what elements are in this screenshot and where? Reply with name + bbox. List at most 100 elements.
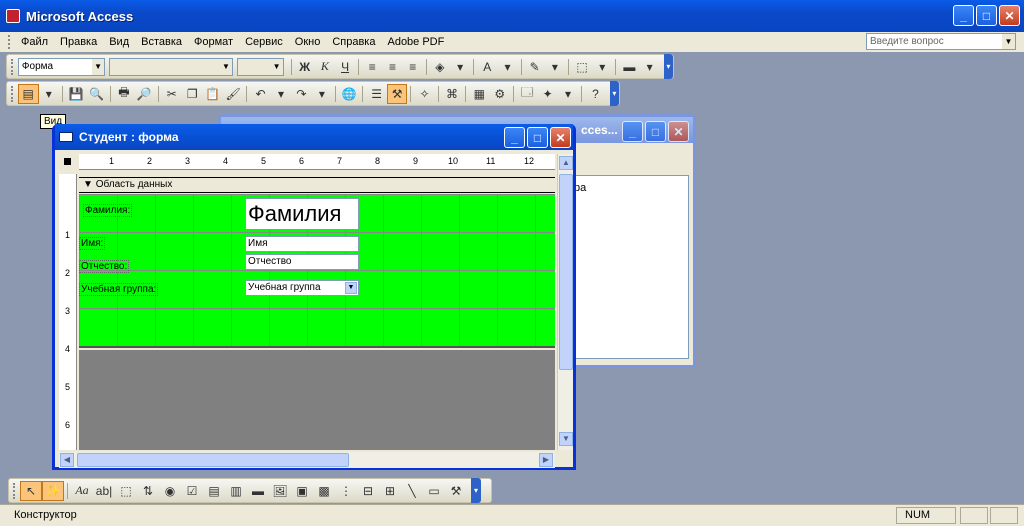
toggle-button-icon[interactable]: ⇅ <box>137 481 159 501</box>
help-icon[interactable]: ? <box>585 84 605 104</box>
align-right-icon[interactable]: ≡ <box>403 57 423 77</box>
line-color-dropdown-icon[interactable]: ▾ <box>545 57 565 77</box>
list-box-icon[interactable]: ▥ <box>225 481 247 501</box>
cut-icon[interactable]: ✂ <box>162 84 182 104</box>
surname-field[interactable]: Фамилия <box>245 198 359 230</box>
hyperlink-icon[interactable]: 🌐 <box>339 84 359 104</box>
builder-icon[interactable]: ⚙ <box>490 84 510 104</box>
toolbar-grip[interactable] <box>11 85 14 102</box>
group-combobox[interactable]: Учебная группа ▼ <box>245 280 359 296</box>
line-color-icon[interactable]: ✎ <box>525 57 545 77</box>
option-group-icon[interactable]: ⬚ <box>115 481 137 501</box>
print-icon[interactable]: 🖶 <box>114 84 134 104</box>
database-window-icon[interactable]: 🗔 <box>517 84 537 104</box>
line-tool-icon[interactable]: ╲ <box>401 481 423 501</box>
autoformat-icon[interactable]: ✧ <box>414 84 434 104</box>
group-dropdown-icon[interactable]: ▼ <box>345 282 357 294</box>
toolbar-options-icon[interactable]: ▾ <box>663 54 673 79</box>
form-maximize-button[interactable]: □ <box>527 127 548 148</box>
scroll-down-icon[interactable]: ▼ <box>559 432 573 446</box>
redo-icon[interactable]: ↷ <box>291 84 311 104</box>
object-combo-arrow[interactable]: ▼ <box>92 58 105 75</box>
font-size-combo[interactable]: ▼ <box>236 57 284 76</box>
name-label[interactable]: Имя: <box>79 237 106 250</box>
format-painter-icon[interactable]: 🖌 <box>223 84 243 104</box>
horizontal-scroll-thumb[interactable] <box>77 453 349 467</box>
toolbar-grip[interactable] <box>11 58 14 75</box>
subform-icon[interactable]: ⊞ <box>379 481 401 501</box>
save-icon[interactable]: 💾 <box>66 84 86 104</box>
form-selector[interactable] <box>59 154 77 170</box>
tab-control-icon[interactable]: ⊟ <box>357 481 379 501</box>
scroll-right-icon[interactable]: ▶ <box>539 453 553 467</box>
control-wizards-icon[interactable]: ✨ <box>42 480 64 501</box>
page-break-icon[interactable]: ⋮ <box>335 481 357 501</box>
image-icon[interactable]: 🖼 <box>269 481 291 501</box>
toolbox-options-icon[interactable]: ▾ <box>471 478 481 503</box>
align-left-icon[interactable]: ≡ <box>362 57 382 77</box>
menu-format[interactable]: Формат <box>188 36 239 48</box>
copy-icon[interactable]: ❐ <box>182 84 202 104</box>
menu-window[interactable]: Окно <box>289 36 327 48</box>
detail-section[interactable]: Фамилия: Фамилия Имя: Имя Отчество: Отче… <box>79 194 555 348</box>
toolbox-grip[interactable] <box>13 482 16 499</box>
field-list-icon[interactable]: ☰ <box>366 84 386 104</box>
fill-color-icon[interactable]: ◈ <box>430 57 450 77</box>
combo-box-icon[interactable]: ▤ <box>203 481 225 501</box>
undo-dropdown-icon[interactable]: ▾ <box>271 84 291 104</box>
line-width-icon[interactable]: ▬ <box>619 57 639 77</box>
close-button[interactable]: ✕ <box>999 5 1020 26</box>
horizontal-scrollbar[interactable]: ◀ ▶ <box>59 452 555 468</box>
detail-section-header[interactable]: ▼ Область данных <box>79 177 555 193</box>
minimize-button[interactable]: _ <box>953 5 974 26</box>
line-width-dropdown-icon[interactable]: ▾ <box>640 57 660 77</box>
view-dropdown-icon[interactable]: ▾ <box>39 84 59 104</box>
form-minimize-button[interactable]: _ <box>504 127 525 148</box>
textbox-tool-icon[interactable]: ab| <box>93 481 115 501</box>
command-button-icon[interactable]: ▬ <box>247 481 269 501</box>
new-object-icon[interactable]: ✦ <box>537 84 557 104</box>
menu-tools[interactable]: Сервис <box>239 36 289 48</box>
unbound-object-frame-icon[interactable]: ▣ <box>291 481 313 501</box>
search-icon[interactable]: 🔍 <box>86 84 106 104</box>
patronymic-label[interactable]: Отчество: <box>79 260 130 273</box>
border-style-dropdown-icon[interactable]: ▾ <box>592 57 612 77</box>
vertical-scrollbar[interactable]: ▲ ▼ <box>557 154 573 450</box>
font-combo-arrow[interactable]: ▼ <box>219 58 232 75</box>
redo-dropdown-icon[interactable]: ▾ <box>312 84 332 104</box>
properties-icon[interactable]: ▦ <box>469 84 489 104</box>
more-controls-icon[interactable]: ⚒ <box>445 481 467 501</box>
fill-color-dropdown-icon[interactable]: ▾ <box>450 57 470 77</box>
new-object-dropdown-icon[interactable]: ▾ <box>558 84 578 104</box>
name-field[interactable]: Имя <box>245 236 359 252</box>
surname-label[interactable]: Фамилия: <box>83 204 133 217</box>
menu-file[interactable]: Файл <box>15 36 54 48</box>
align-center-icon[interactable]: ≡ <box>382 57 402 77</box>
undo-icon[interactable]: ↶ <box>250 84 270 104</box>
menu-edit[interactable]: Правка <box>54 36 103 48</box>
check-box-icon[interactable]: ☑ <box>181 481 203 501</box>
font-color-icon[interactable]: A <box>477 57 497 77</box>
ask-dropdown-arrow[interactable]: ▼ <box>1002 34 1015 49</box>
access-app-icon[interactable] <box>6 9 20 23</box>
form-icon[interactable] <box>59 132 73 142</box>
patronymic-field[interactable]: Отчество <box>245 254 359 270</box>
paste-icon[interactable]: 📋 <box>202 84 222 104</box>
db-minimize-button[interactable]: _ <box>622 121 643 142</box>
db-maximize-button[interactable]: □ <box>645 121 666 142</box>
border-style-icon[interactable]: ⬚ <box>572 57 592 77</box>
maximize-button[interactable]: □ <box>976 5 997 26</box>
horizontal-ruler[interactable]: 1 2 3 4 5 6 7 8 9 10 11 12 <box>79 154 555 170</box>
vertical-ruler[interactable]: 1 2 3 4 5 6 <box>59 174 77 450</box>
scroll-up-icon[interactable]: ▲ <box>559 156 573 170</box>
italic-button[interactable]: К <box>315 57 335 77</box>
print-preview-icon[interactable]: 🔎 <box>134 84 154 104</box>
db-close-button[interactable]: ✕ <box>668 121 689 142</box>
code-icon[interactable]: ⌘ <box>442 84 462 104</box>
scroll-left-icon[interactable]: ◀ <box>60 453 74 467</box>
bound-object-frame-icon[interactable]: ▩ <box>313 481 335 501</box>
vertical-scroll-thumb[interactable] <box>559 174 573 370</box>
bold-button[interactable]: Ж <box>295 57 315 77</box>
toolbox-icon[interactable]: ⚒ <box>386 83 408 104</box>
menu-help[interactable]: Справка <box>326 36 381 48</box>
